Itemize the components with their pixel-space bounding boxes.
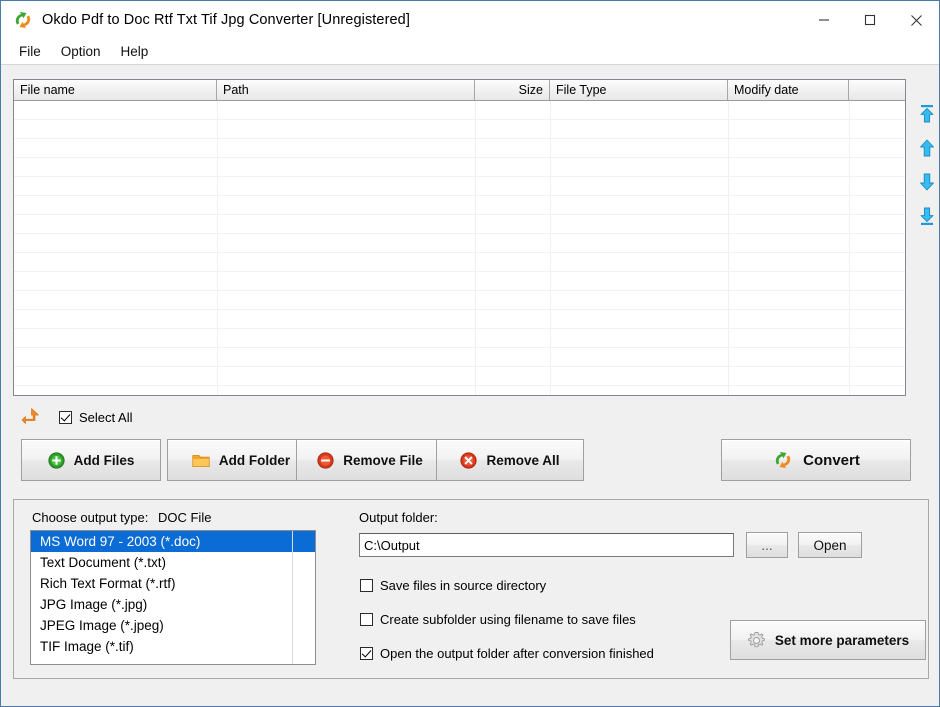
column-divider (550, 101, 551, 395)
choose-output-type-label: Choose output type: (32, 510, 149, 525)
add-files-button[interactable]: Add Files (21, 439, 161, 481)
set-more-parameters-label: Set more parameters (774, 632, 910, 648)
table-row[interactable] (14, 234, 905, 253)
table-row[interactable] (14, 177, 905, 196)
remove-file-label: Remove File (343, 452, 423, 468)
window-controls (801, 1, 939, 39)
title-bar: Okdo Pdf to Doc Rtf Txt Tif Jpg Converte… (1, 1, 939, 39)
upload-arrow-icon[interactable] (21, 407, 45, 427)
list-item-txt[interactable]: Text Document (*.txt) (31, 552, 315, 573)
open-folder-button[interactable]: Open (798, 532, 862, 558)
add-files-label: Add Files (73, 452, 135, 468)
open-output-folder-label: Open the output folder after conversion … (380, 645, 654, 661)
list-item-rtf[interactable]: Rich Text Format (*.rtf) (31, 573, 315, 594)
column-header-modify-date[interactable]: Modify date (728, 80, 849, 100)
column-header-size[interactable]: Size (475, 80, 550, 100)
list-item-doc[interactable]: MS Word 97 - 2003 (*.doc) (31, 531, 315, 552)
move-to-bottom-icon[interactable] (914, 199, 939, 233)
convert-button[interactable]: Convert (721, 439, 911, 481)
option-open-output-row: Open the output folder after conversion … (360, 644, 654, 662)
column-header-path[interactable]: Path (217, 80, 475, 100)
table-row[interactable] (14, 272, 905, 291)
browse-label: ... (761, 537, 773, 553)
convert-arrows-icon (772, 449, 794, 471)
menu-item-file[interactable]: File (9, 41, 51, 62)
table-row[interactable] (14, 367, 905, 386)
add-circle-icon (48, 451, 65, 469)
browse-folder-button[interactable]: ... (746, 532, 788, 558)
list-item-tif[interactable]: TIF Image (*.tif) (31, 636, 315, 657)
remove-all-label: Remove All (486, 452, 560, 468)
table-row[interactable] (14, 196, 905, 215)
minimize-button[interactable] (801, 1, 847, 39)
add-folder-label: Add Folder (218, 452, 291, 468)
option-create-subfolder-row: Create subfolder using filename to save … (360, 610, 636, 628)
output-type-list[interactable]: MS Word 97 - 2003 (*.doc) Text Document … (30, 530, 316, 665)
column-header-extra[interactable] (849, 80, 904, 100)
table-row[interactable] (14, 291, 905, 310)
table-row[interactable] (14, 139, 905, 158)
table-row[interactable] (14, 253, 905, 272)
application-window: Okdo Pdf to Doc Rtf Txt Tif Jpg Converte… (0, 0, 940, 707)
remove-all-circle-icon (460, 451, 478, 469)
output-settings-panel: Choose output type: DOC File MS Word 97 … (13, 499, 929, 679)
table-row[interactable] (14, 215, 905, 234)
remove-circle-icon (317, 451, 334, 469)
column-divider (217, 101, 218, 395)
column-header-file-name[interactable]: File name (14, 80, 217, 100)
select-all-row: Select All (21, 406, 132, 428)
select-all-label: Select All (79, 409, 133, 425)
table-row[interactable] (14, 310, 905, 329)
column-divider (728, 101, 729, 395)
file-list[interactable]: File name Path Size File Type Modify dat… (13, 79, 906, 396)
output-folder-label: Output folder: (359, 510, 438, 525)
file-list-header: File name Path Size File Type Modify dat… (14, 80, 905, 101)
convert-arrows-icon (12, 9, 34, 31)
menu-item-option[interactable]: Option (51, 41, 111, 62)
column-divider (849, 101, 850, 395)
column-divider (475, 101, 476, 395)
output-folder-input[interactable] (359, 533, 734, 557)
move-to-top-icon[interactable] (914, 97, 939, 131)
move-down-icon[interactable] (914, 165, 939, 199)
file-list-body[interactable] (14, 101, 905, 395)
maximize-button[interactable] (847, 1, 893, 39)
list-divider (292, 531, 293, 664)
table-row[interactable] (14, 120, 905, 139)
convert-label: Convert (803, 451, 860, 469)
order-buttons-strip (913, 97, 939, 233)
set-more-parameters-button[interactable]: Set more parameters (730, 620, 926, 660)
menu-bar: File Option Help (1, 39, 939, 65)
list-item-jpg[interactable]: JPG Image (*.jpg) (31, 594, 315, 615)
create-subfolder-checkbox[interactable] (360, 612, 373, 626)
open-label: Open (813, 537, 847, 553)
column-header-file-type[interactable]: File Type (550, 80, 728, 100)
move-up-icon[interactable] (914, 131, 939, 165)
add-folder-button[interactable]: Add Folder (167, 439, 315, 481)
menu-item-help[interactable]: Help (111, 41, 159, 62)
table-row[interactable] (14, 101, 905, 120)
remove-all-button[interactable]: Remove All (436, 439, 584, 481)
option-save-in-source-row: Save files in source directory (360, 576, 546, 594)
table-row[interactable] (14, 348, 905, 367)
table-row[interactable] (14, 329, 905, 348)
remove-file-button[interactable]: Remove File (296, 439, 444, 481)
gear-icon (747, 631, 766, 650)
folder-icon (192, 453, 210, 468)
select-all-checkbox[interactable] (59, 410, 72, 424)
save-in-source-label: Save files in source directory (380, 577, 547, 593)
choose-output-type-value: DOC File (157, 510, 212, 525)
close-button[interactable] (893, 1, 939, 39)
open-output-folder-checkbox[interactable] (360, 646, 373, 660)
window-title: Okdo Pdf to Doc Rtf Txt Tif Jpg Converte… (42, 12, 410, 28)
list-item-jpeg[interactable]: JPEG Image (*.jpeg) (31, 615, 315, 636)
save-in-source-checkbox[interactable] (360, 578, 373, 592)
choose-output-type-row: Choose output type: DOC File (32, 510, 211, 525)
create-subfolder-label: Create subfolder using filename to save … (380, 611, 636, 627)
table-row[interactable] (14, 158, 905, 177)
